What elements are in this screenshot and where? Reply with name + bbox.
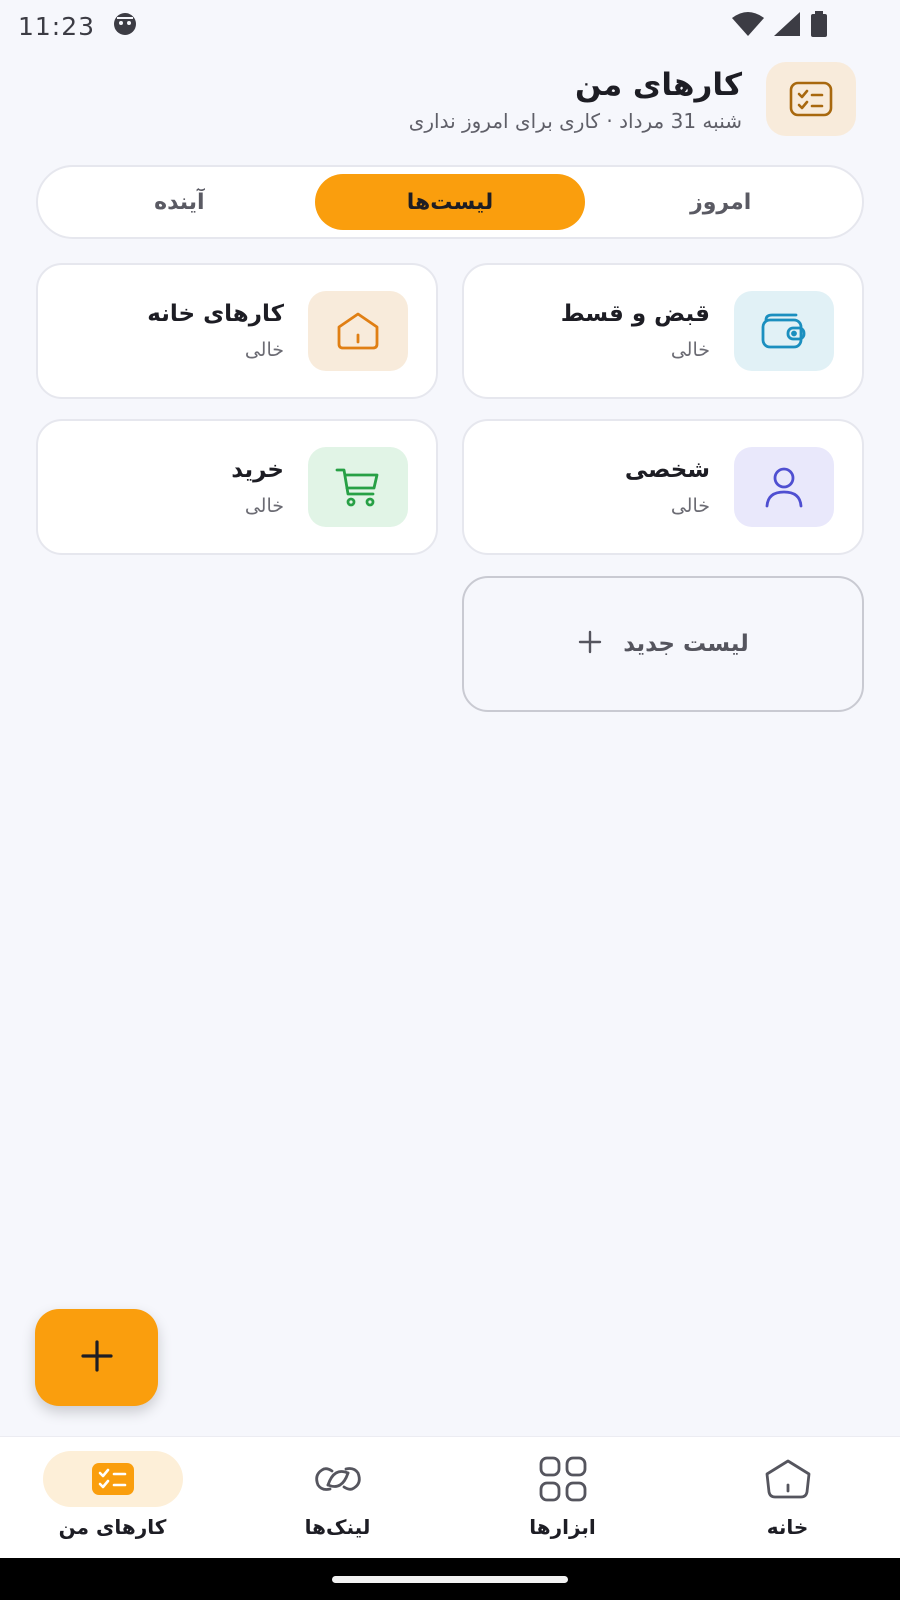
wallet-icon xyxy=(734,291,834,371)
system-gesture-area xyxy=(0,1558,900,1600)
gesture-handle[interactable] xyxy=(332,1576,568,1583)
nav-item-links[interactable]: لینک‌ها xyxy=(225,1437,450,1558)
bottom-navigation: خانه ابزارها لینک‌ها xyxy=(0,1436,900,1558)
list-card-bills[interactable]: قبض و قسط خالی xyxy=(462,263,864,399)
add-task-fab[interactable] xyxy=(35,1309,158,1406)
house-icon xyxy=(308,291,408,371)
list-status: خالی xyxy=(244,495,284,517)
list-card-house-chores[interactable]: کارهای خانه خالی xyxy=(36,263,438,399)
nav-label: خانه xyxy=(766,1515,809,1539)
segmented-tabs: امروز لیست‌ها آینده xyxy=(36,165,864,239)
page-header: کارهای من شنبه 31 مرداد · کاری برای امرو… xyxy=(409,62,856,136)
checklist-icon xyxy=(766,62,856,136)
new-list-button[interactable]: لیست جدید xyxy=(462,576,864,712)
list-title: قبض و قسط xyxy=(560,301,710,327)
plus-icon xyxy=(577,629,603,659)
list-title: شخصی xyxy=(624,457,710,483)
list-status: خالی xyxy=(670,495,710,517)
nav-label: لینک‌ها xyxy=(304,1515,371,1539)
tab-today[interactable]: امروز xyxy=(585,174,856,230)
new-list-label: لیست جدید xyxy=(623,631,749,657)
nav-item-tools[interactable]: ابزارها xyxy=(450,1437,675,1558)
signal-icon xyxy=(774,12,800,40)
status-time: 11:23 xyxy=(18,11,96,41)
home-icon xyxy=(718,1451,858,1507)
nav-item-home[interactable]: خانه xyxy=(675,1437,900,1558)
list-status: خالی xyxy=(670,339,710,361)
tab-lists[interactable]: لیست‌ها xyxy=(314,174,586,230)
list-title: خرید xyxy=(231,457,284,483)
battery-icon xyxy=(810,11,828,41)
status-bar: 11:23 xyxy=(0,0,900,52)
wifi-icon xyxy=(732,12,764,40)
notification-icon xyxy=(111,11,139,41)
page-title: کارهای من xyxy=(575,67,742,103)
list-status: خالی xyxy=(244,339,284,361)
page-subtitle: شنبه 31 مرداد · کاری برای امروز نداری xyxy=(408,109,742,133)
list-card-personal[interactable]: شخصی خالی xyxy=(462,419,864,555)
nav-item-my-tasks[interactable]: کارهای من xyxy=(0,1437,225,1558)
link-icon xyxy=(268,1451,408,1507)
tab-upcoming[interactable]: آینده xyxy=(44,174,315,230)
list-card-shopping[interactable]: خرید خالی xyxy=(36,419,438,555)
list-title: کارهای خانه xyxy=(147,301,284,327)
plus-icon xyxy=(80,1339,114,1377)
person-icon xyxy=(734,447,834,527)
grid-icon xyxy=(493,1451,633,1507)
nav-label: کارهای من xyxy=(58,1515,167,1539)
tasks-icon xyxy=(42,1451,183,1507)
nav-label: ابزارها xyxy=(529,1515,596,1539)
cart-icon xyxy=(308,447,408,527)
